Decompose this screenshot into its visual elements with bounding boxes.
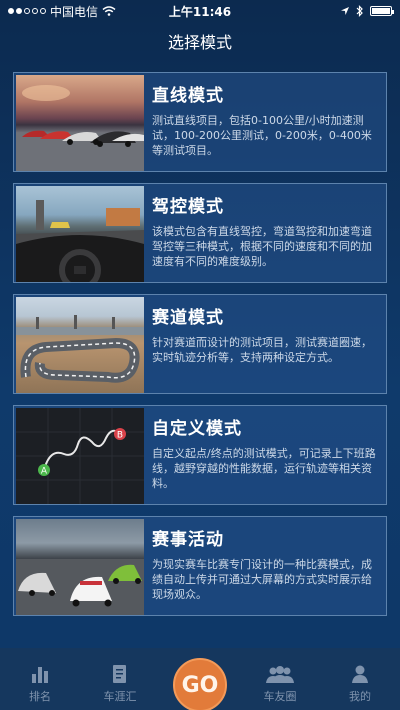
mode-title: 赛事活动 [152,530,224,550]
tab-friends-label: 车友圈 [263,690,297,703]
signal-strength-icon [8,8,46,14]
location-arrow-icon [341,7,349,15]
mode-card-body: 赛事活动 为现实赛车比赛专门设计的一种比赛模式，成绩自动上传并可通过大屏幕的方式… [144,519,384,613]
status-bar: 中国电信 上午11:46 [0,0,400,22]
mode-description: 该模式包含有直线驾控，弯道驾控和加速弯道驾控等三种模式，根据不同的速度和不同的加… [152,225,372,268]
mode-card-body: 自定义模式 自定义起点/终点的测试模式，可记录上下班路线，越野穿越的性能数据，运… [144,408,384,502]
mode-description: 自定义起点/终点的测试模式，可记录上下班路线，越野穿越的性能数据，运行轨迹等相关… [152,447,376,490]
tab-friends[interactable]: 车友圈 [240,648,320,710]
mode-card-straight[interactable]: 直线模式 测试直线项目，包括0-100公里/小时加速测试，100-200公里测试… [13,72,387,172]
tab-go[interactable]: GO [160,648,240,710]
mode-description: 测试直线项目，包括0-100公里/小时加速测试，100-200公里测试，0-20… [152,114,372,157]
mode-description: 为现实赛车比赛专门设计的一种比赛模式，成绩自动上传并可通过大屏幕的方式实时展示给… [152,558,372,601]
go-button[interactable]: GO [173,658,227,710]
mode-card-track[interactable]: 赛道模式 针对赛道而设计的测试项目，测试赛道圈速，实时轨迹分析等，支持两种设定方… [13,294,387,394]
mode-list: 直线模式 测试直线项目，包括0-100公里/小时加速测试，100-200公里测试… [13,72,387,627]
mode-title: 驾控模式 [152,197,224,217]
status-time: 上午11:46 [168,4,232,19]
page-title: 选择模式 [167,33,232,52]
event-mode-image [16,519,144,615]
tab-mine-label: 我的 [349,690,371,703]
mode-card-custom[interactable]: A B 自定义模式 自定义起点/终点的测试模式，可记录上下班路线，越野穿越的性能… [13,405,387,505]
battery-icon [370,6,394,16]
end-marker-label: B [117,431,123,441]
wifi-icon [102,6,116,16]
document-icon [113,665,126,683]
status-right [340,5,394,17]
drive-mode-image [16,186,144,282]
status-left: 中国电信 [8,3,116,20]
carrier-label: 中国电信 [50,4,99,19]
group-icon [266,666,294,683]
mode-description: 针对赛道而设计的测试项目，测试赛道圈速，实时轨迹分析等，支持两种设定方式。 [152,336,372,364]
mode-card-body: 赛道模式 针对赛道而设计的测试项目，测试赛道圈速，实时轨迹分析等，支持两种设定方… [144,297,384,391]
track-mode-image [16,297,144,393]
user-icon [352,665,368,683]
tab-car-club[interactable]: 车涯汇 [80,648,160,710]
mode-card-body: 驾控模式 该模式包含有直线驾控，弯道驾控和加速弯道驾控等三种模式，根据不同的速度… [144,186,384,280]
mode-title: 直线模式 [152,86,224,106]
tab-car-club-label: 车涯汇 [103,690,137,703]
bar-chart-icon [32,667,48,683]
mode-card-event[interactable]: 赛事活动 为现实赛车比赛专门设计的一种比赛模式，成绩自动上传并可通过大屏幕的方式… [13,516,387,616]
tab-mine[interactable]: 我的 [320,648,400,710]
tab-ranking-label: 排名 [29,690,51,703]
mode-card-body: 直线模式 测试直线项目，包括0-100公里/小时加速测试，100-200公里测试… [144,75,384,169]
straight-mode-image [16,75,144,171]
mode-title: 自定义模式 [152,419,242,439]
start-marker-label: A [41,467,48,477]
tab-ranking[interactable]: 排名 [0,648,80,710]
mode-card-drive[interactable]: 驾控模式 该模式包含有直线驾控，弯道驾控和加速弯道驾控等三种模式，根据不同的速度… [13,183,387,283]
bottom-tab-bar: 排名 车涯汇 GO 车友圈 我的 [0,648,400,710]
custom-mode-image: A B [16,408,144,504]
bluetooth-icon [356,5,363,17]
mode-title: 赛道模式 [152,308,224,328]
